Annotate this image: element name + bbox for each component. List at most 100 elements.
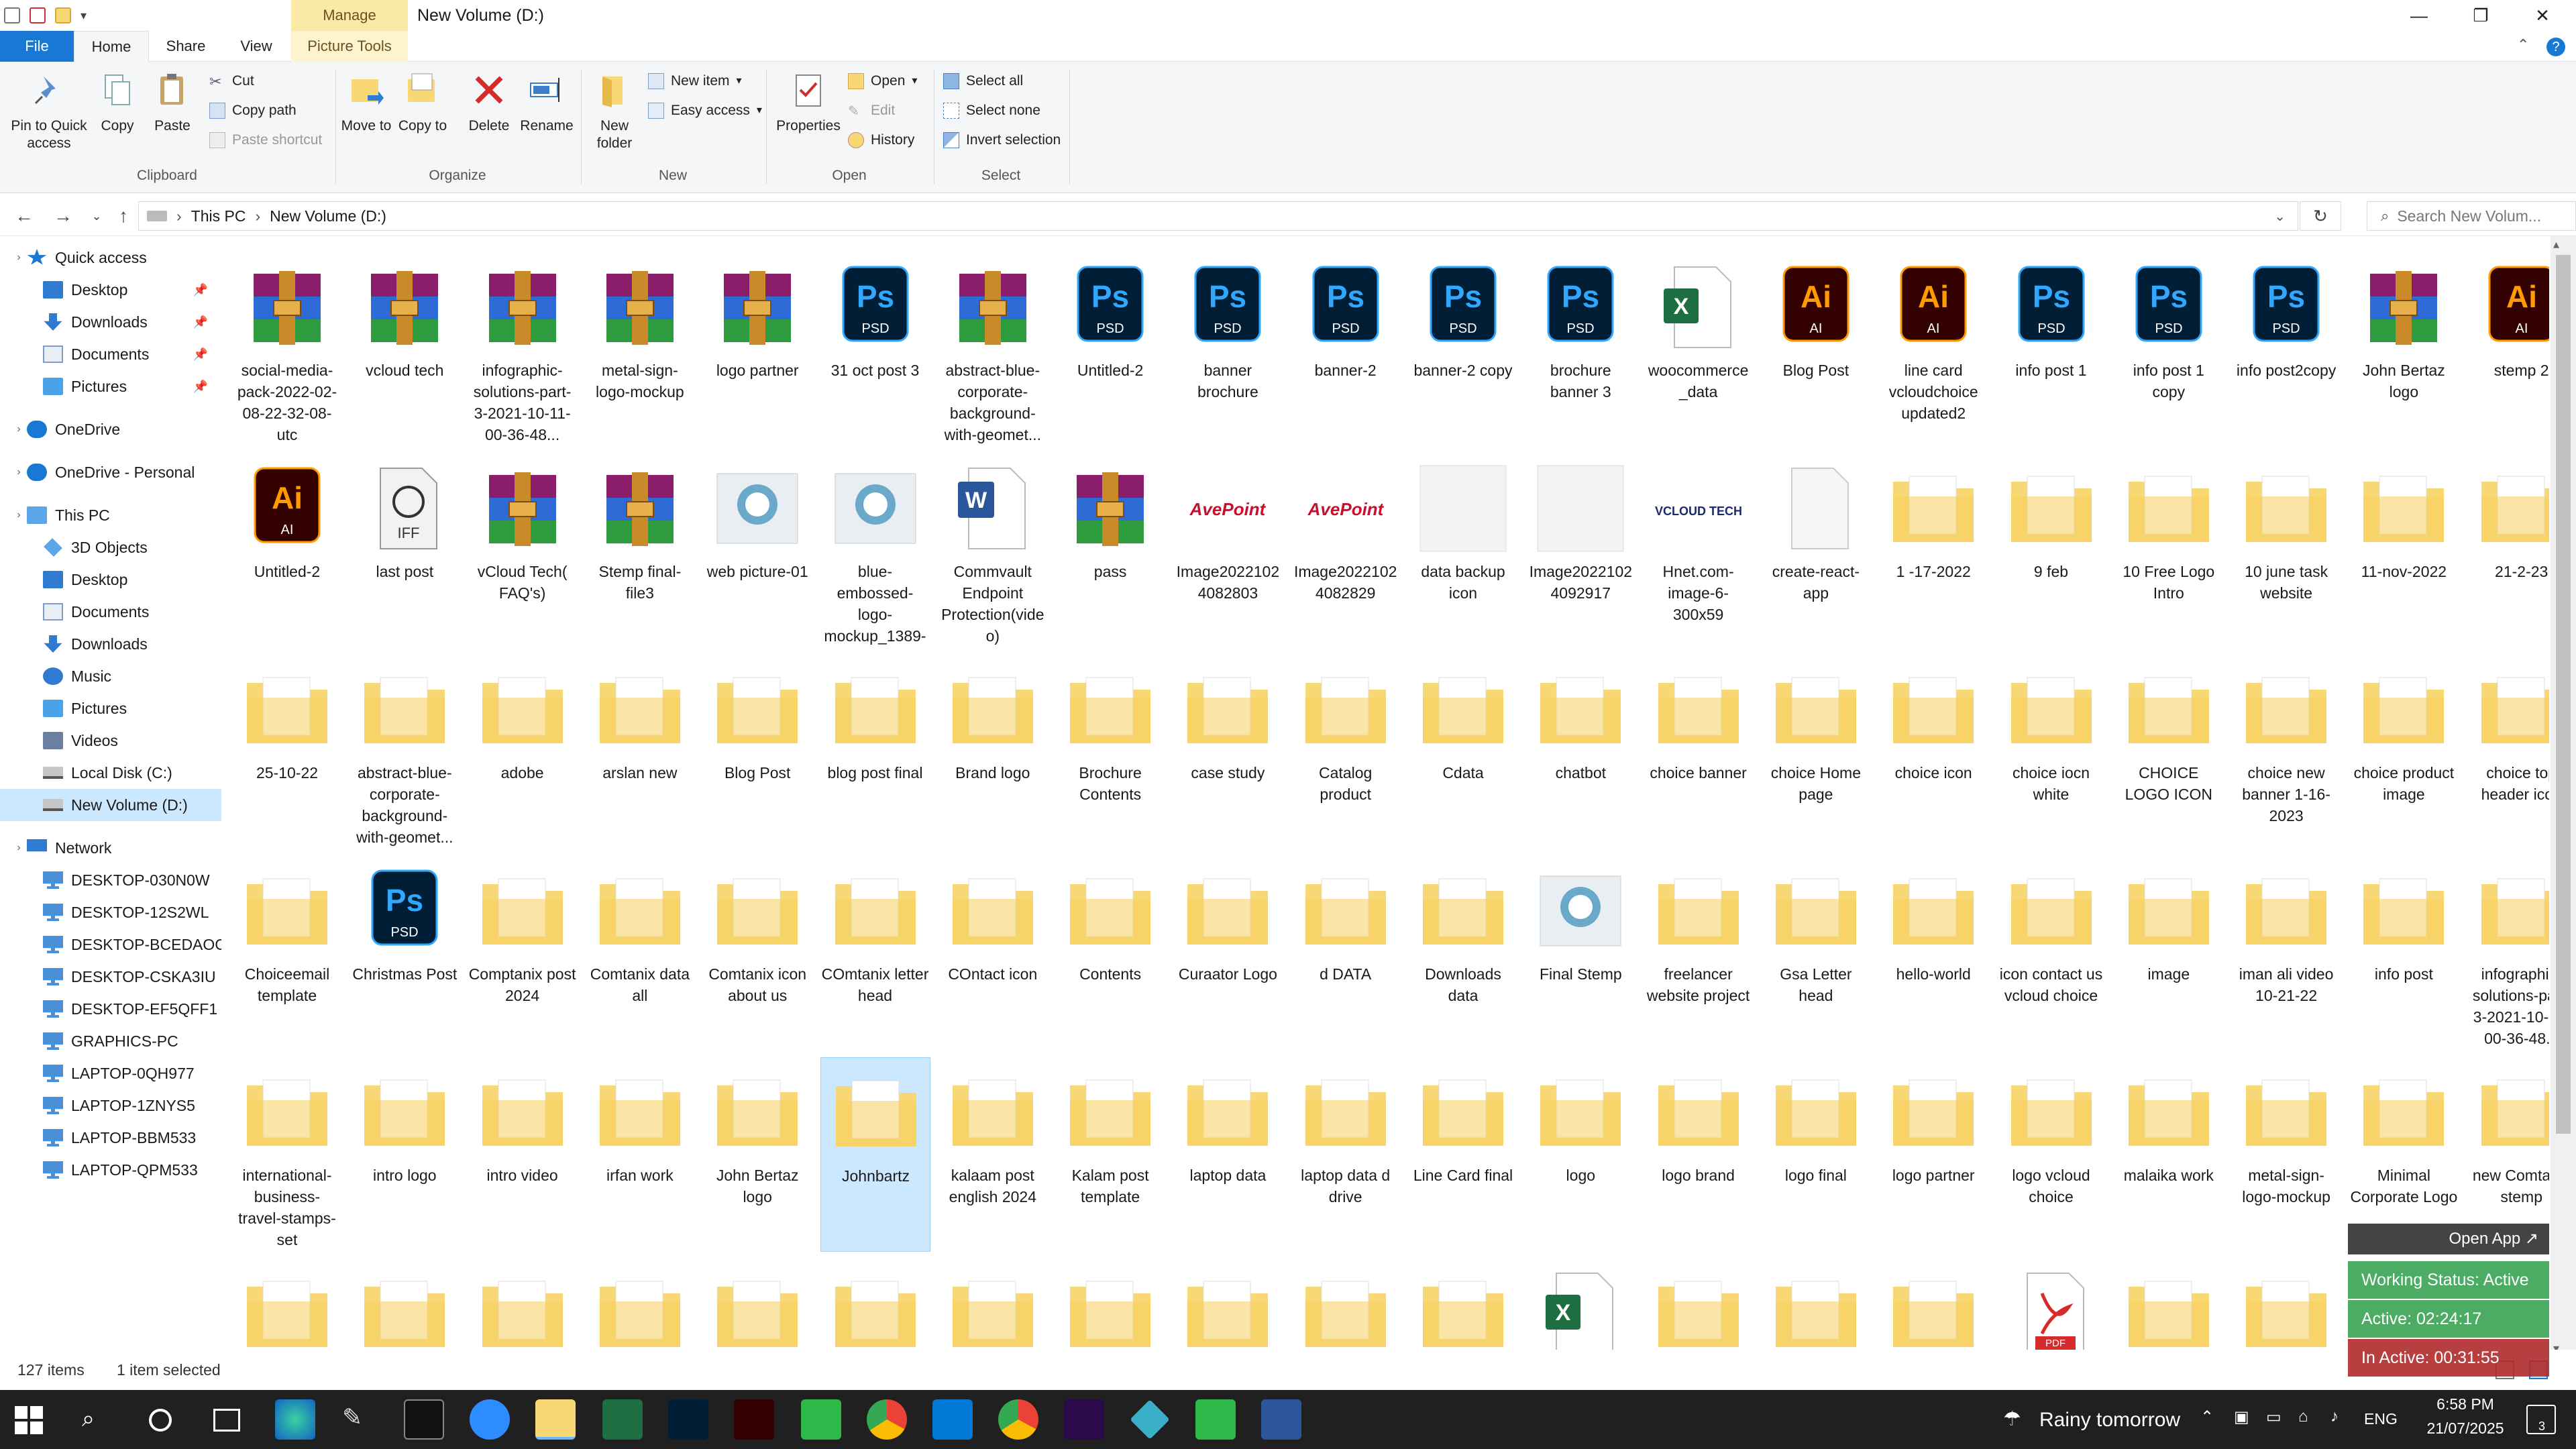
weather-text[interactable]: Rainy tomorrow: [2039, 1409, 2180, 1432]
history-button[interactable]: History: [848, 131, 914, 149]
file-item[interactable]: product: [1761, 1258, 1871, 1350]
file-item[interactable]: John Bertaz logo: [702, 1057, 812, 1252]
file-item[interactable]: Final Stemp: [1525, 856, 1635, 1051]
file-item[interactable]: Downloads data: [1408, 856, 1518, 1051]
edit-button[interactable]: ✎ Edit: [848, 102, 895, 119]
file-item[interactable]: Contents: [1055, 856, 1165, 1051]
sidebar-item-desktop-030n0w[interactable]: DESKTOP-030N0W: [0, 864, 221, 896]
properties-button[interactable]: Properties: [771, 71, 845, 135]
minimize-button[interactable]: —: [2388, 0, 2450, 31]
file-item[interactable]: vCloud Tech( FAQ's): [468, 453, 578, 648]
file-item[interactable]: Catalog product: [1291, 655, 1401, 849]
file-item[interactable]: international-business-travel-stamps-set: [232, 1057, 342, 1252]
premiere-icon[interactable]: [1064, 1399, 1104, 1440]
file-item[interactable]: arslan new: [585, 655, 695, 849]
excel-taskbar-icon[interactable]: [602, 1399, 643, 1440]
chat-app-2-icon[interactable]: [1195, 1399, 1236, 1440]
open-app-button[interactable]: Open App ↗: [2348, 1224, 2549, 1254]
sidebar-item-laptop-bbm533[interactable]: LAPTOP-BBM533: [0, 1122, 221, 1154]
file-item[interactable]: stemp new: [2231, 1258, 2341, 1350]
file-item[interactable]: abstract-blue-corporate-background-with-…: [938, 252, 1048, 447]
file-item[interactable]: Ai AI stemp 2: [2467, 252, 2549, 447]
breadcrumb-new-volume[interactable]: New Volume (D:): [270, 207, 386, 225]
sidebar-item-downloads[interactable]: Downloads: [0, 628, 221, 660]
sidebar-item-videos[interactable]: Videos: [0, 724, 221, 757]
file-item[interactable]: Ps PSD Untitled-2: [1055, 252, 1165, 447]
file-item[interactable]: october data: [1173, 1258, 1283, 1350]
scroll-up-icon[interactable]: ▴: [2553, 237, 2559, 252]
file-item[interactable]: VCLOUD TECH Hnet.com-image-6-300x59: [1644, 453, 1754, 648]
battery-icon[interactable]: ▭: [2266, 1407, 2282, 1427]
file-item[interactable]: PDFsocial-media: [1996, 1258, 2106, 1350]
app-diamond-icon[interactable]: [1130, 1399, 1170, 1440]
zoom-icon[interactable]: [470, 1399, 510, 1440]
invert-selection-button[interactable]: Invert selection: [943, 131, 1061, 149]
chrome-icon[interactable]: [867, 1399, 907, 1440]
rename-button[interactable]: Rename: [518, 71, 576, 135]
open-button[interactable]: Open ▾: [848, 72, 917, 90]
terminal-icon[interactable]: [404, 1399, 444, 1440]
recent-locations-chevron-icon[interactable]: ⌄: [83, 203, 110, 229]
file-item[interactable]: hello-world: [1878, 856, 1988, 1051]
copy-button[interactable]: Copy: [94, 71, 141, 135]
sidebar-item-onedrive-personal[interactable]: › OneDrive - Personal: [0, 456, 221, 488]
file-item[interactable]: logo partner: [1878, 1057, 1988, 1252]
file-item[interactable]: icon contact us vcloud choice: [1996, 856, 2106, 1051]
sidebar-item-laptop-1znys5[interactable]: LAPTOP-1ZNYS5: [0, 1089, 221, 1122]
back-arrow-icon[interactable]: ←: [11, 203, 38, 229]
file-item[interactable]: info post: [2349, 856, 2459, 1051]
sidebar-item-desktop[interactable]: Desktop: [0, 564, 221, 596]
expand-chevron-icon[interactable]: ›: [11, 466, 27, 478]
tab-file[interactable]: File: [0, 31, 74, 62]
sidebar-item-local-disk-c[interactable]: Local Disk (C:): [0, 757, 221, 789]
file-item[interactable]: metal-sign-logo-mockup: [2231, 1057, 2341, 1252]
sidebar-item-desktop-12s2wl[interactable]: DESKTOP-12S2WL: [0, 896, 221, 928]
file-item[interactable]: infographic-solutions-part-3-2021-10-11-…: [2467, 856, 2549, 1051]
file-item[interactable]: Blog Post: [702, 655, 812, 849]
file-item[interactable]: create-react-app: [1761, 453, 1871, 648]
file-item[interactable]: logo: [1525, 1057, 1635, 1252]
sidebar-item-3d-objects[interactable]: 3D Objects: [0, 531, 221, 564]
file-item[interactable]: 1 -17-2022: [1878, 453, 1988, 648]
copy-to-button[interactable]: Copy to: [397, 71, 448, 135]
file-item[interactable]: 21-2-23: [2467, 453, 2549, 648]
breadcrumb-this-pc[interactable]: This PC: [191, 207, 246, 225]
file-item[interactable]: Choiceemail template: [232, 856, 342, 1051]
close-button[interactable]: ✕: [2512, 0, 2573, 31]
file-item[interactable]: choice icon: [1878, 655, 1988, 849]
file-item[interactable]: freelancer website project: [1644, 856, 1754, 1051]
qat-dropdown-icon[interactable]: ▾: [80, 9, 87, 23]
cut-button[interactable]: ✂ Cut: [209, 72, 254, 90]
file-item[interactable]: Image20221024092917: [1525, 453, 1635, 648]
file-item[interactable]: Cdata: [1408, 655, 1518, 849]
tab-picture-tools[interactable]: Picture Tools: [291, 31, 408, 62]
file-item[interactable]: Brand logo: [938, 655, 1048, 849]
sidebar-item-desktop[interactable]: Desktop 📌: [0, 274, 221, 306]
file-item[interactable]: Ps PSD banner-2 copy: [1408, 252, 1518, 447]
sidebar-item-pictures[interactable]: Pictures 📌: [0, 370, 221, 402]
sidebar-item-new-volume-d[interactable]: New Volume (D:): [0, 789, 221, 821]
file-item[interactable]: Nodebasic: [1055, 1258, 1165, 1350]
chat-app-icon[interactable]: [801, 1399, 841, 1440]
file-item[interactable]: Ps PSD banner brochure: [1173, 252, 1283, 447]
file-item[interactable]: Stemp final-file3: [585, 453, 695, 648]
sidebar-item-documents[interactable]: Documents 📌: [0, 338, 221, 370]
file-item[interactable]: New folder: [820, 1258, 930, 1350]
file-item[interactable]: Ps PSD info post 1 copy: [2114, 252, 2224, 447]
file-item[interactable]: d DATA: [1291, 856, 1401, 1051]
file-item[interactable]: Partner logo: [1408, 1258, 1518, 1350]
select-all-button[interactable]: Select all: [943, 72, 1023, 90]
file-item[interactable]: choice banner: [1644, 655, 1754, 849]
sidebar-item-documents[interactable]: Documents: [0, 596, 221, 628]
paste-shortcut-button[interactable]: Paste shortcut: [209, 131, 322, 149]
expand-chevron-icon[interactable]: ›: [11, 842, 27, 854]
network-tray-icon[interactable]: ⌂: [2298, 1407, 2308, 1426]
file-item[interactable]: Comtanix data all: [585, 856, 695, 1051]
sidebar-item-graphics-pc[interactable]: GRAPHICS-PC: [0, 1025, 221, 1057]
file-item[interactable]: New folder: [585, 1258, 695, 1350]
illustrator-taskbar-icon[interactable]: [734, 1399, 774, 1440]
file-item[interactable]: laptop data d drive: [1291, 1057, 1401, 1252]
file-item[interactable]: data backup icon: [1408, 453, 1518, 648]
file-item[interactable]: Ai AI Blog Post: [1761, 252, 1871, 447]
file-item[interactable]: laptop data: [1173, 1057, 1283, 1252]
